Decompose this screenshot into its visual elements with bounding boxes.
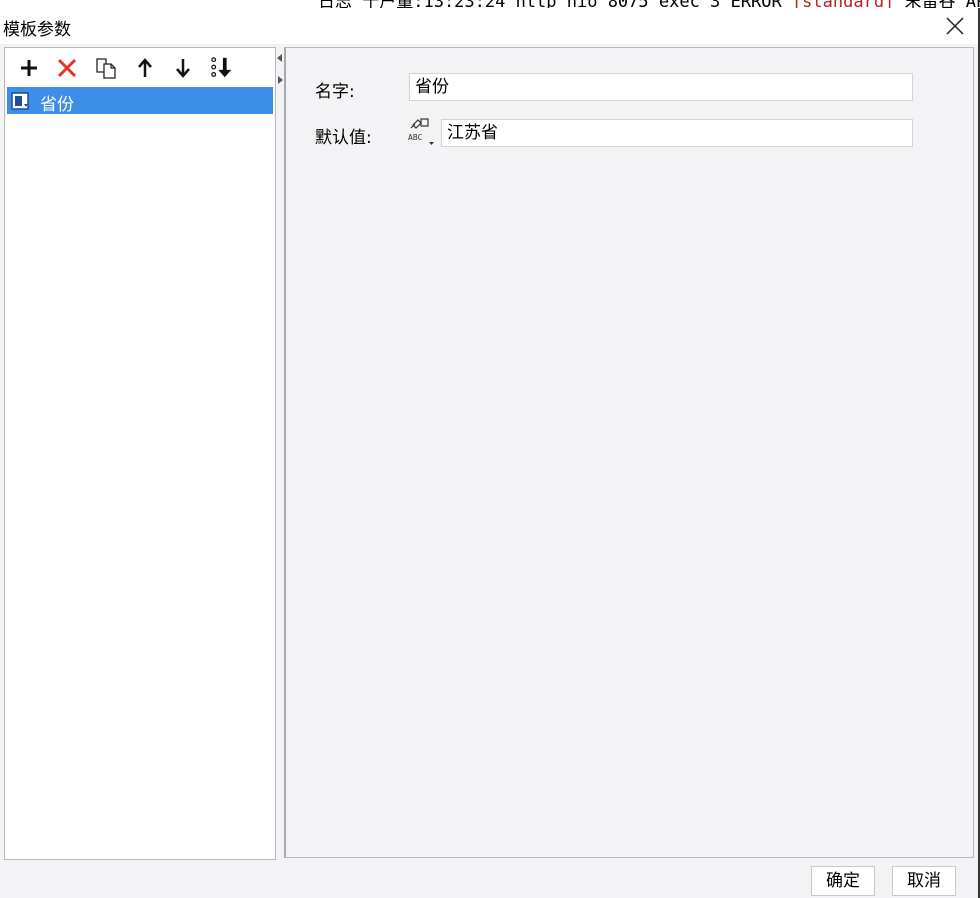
list-item-label: 省份 [40,95,74,115]
parameter-properties-panel: 名字: 省份 默认值: ABC 江苏省 [284,47,974,858]
default-value-label: 默认值: [315,128,372,148]
dialog-title: 模板参数 [3,20,71,40]
move-up-button[interactable] [133,56,157,80]
default-value-field[interactable]: 江苏省 [441,119,913,147]
parameter-toolbar [5,48,275,86]
arrow-down-icon [176,59,190,78]
collapse-right-icon [278,76,283,84]
title-bar: 模板参数 [0,8,978,44]
plus-icon [21,60,37,76]
move-bottom-icon [211,57,232,78]
move-down-button[interactable] [171,56,195,80]
copy-icon [96,58,116,79]
name-label: 名字: [315,82,355,102]
delete-button[interactable] [55,56,79,80]
ok-button[interactable]: 确定 [811,866,875,896]
panel-splitter[interactable] [276,47,284,858]
list-item[interactable]: 省份 [7,87,273,115]
parameter-icon [11,92,29,110]
background-window: 日志 十户量:13:23:24 http nio 8075 exec 3 ERR… [0,0,980,8]
add-button[interactable] [17,56,41,80]
background-log-line: 日志 十户量:13:23:24 http nio 8075 exec 3 ERR… [318,0,980,8]
red-x-icon [57,58,77,78]
name-field[interactable]: 省份 [409,73,913,101]
svg-text:ABC: ABC [408,133,423,142]
template-parameters-dialog: 模板参数 省份 名字: 省份 默认值: ABC 江苏省 确定 取消 [0,8,980,898]
cancel-button[interactable]: 取消 [892,866,956,896]
close-icon [946,17,964,35]
arrow-up-icon [138,58,152,77]
collapse-left-icon [277,54,282,62]
move-to-bottom-button[interactable] [210,56,234,80]
close-button[interactable] [938,11,972,41]
parameter-list-panel: 省份 [4,47,276,860]
parameter-list: 省份 [7,87,273,115]
string-type-icon[interactable]: ABC [407,116,439,148]
copy-button[interactable] [94,56,118,80]
